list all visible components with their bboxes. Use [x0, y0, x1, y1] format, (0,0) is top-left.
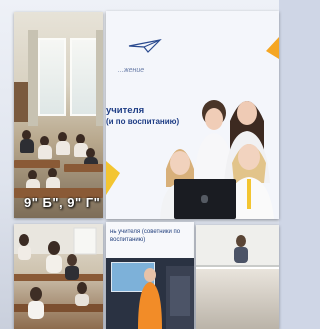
room-photo: [196, 225, 279, 329]
window: [38, 38, 66, 116]
presentation-photo: ...жение учителя (и по воспитанию): [106, 11, 279, 219]
window: [70, 38, 98, 116]
event-banner: нь учителя (советники по воспитанию): [106, 222, 194, 258]
student: [20, 139, 34, 153]
banner-text: нь учителя (советники по воспитанию): [110, 229, 181, 243]
bookshelf: [14, 82, 28, 122]
slide-title-line2: (и по воспитанию): [106, 117, 180, 126]
desk: [64, 164, 103, 172]
decor-shape-icon: [106, 161, 120, 195]
class-scene: [14, 224, 103, 319]
decor-triangle-icon: [266, 37, 279, 59]
person-silhouette: [234, 235, 248, 263]
classroom-photo: 9" Б", 9" Г": [14, 12, 103, 218]
laptop: [174, 179, 236, 219]
class-caption: 9" Б", 9" Г": [24, 195, 101, 210]
student: [56, 141, 70, 155]
slide-title: учителя: [106, 105, 145, 116]
inset-photo: [196, 267, 279, 329]
slide-subtitle: ...жение: [118, 67, 145, 74]
curtain: [28, 30, 38, 126]
class-photo: [14, 224, 103, 329]
room-background: [166, 266, 194, 329]
event-photo: нь учителя (советники по воспитанию): [106, 222, 194, 329]
curtain: [96, 30, 103, 126]
laptop-logo-icon: [201, 195, 208, 203]
presenter-person: [138, 268, 162, 329]
desk: [14, 160, 60, 168]
student: [38, 145, 52, 159]
paper-plane-icon: [128, 39, 162, 53]
